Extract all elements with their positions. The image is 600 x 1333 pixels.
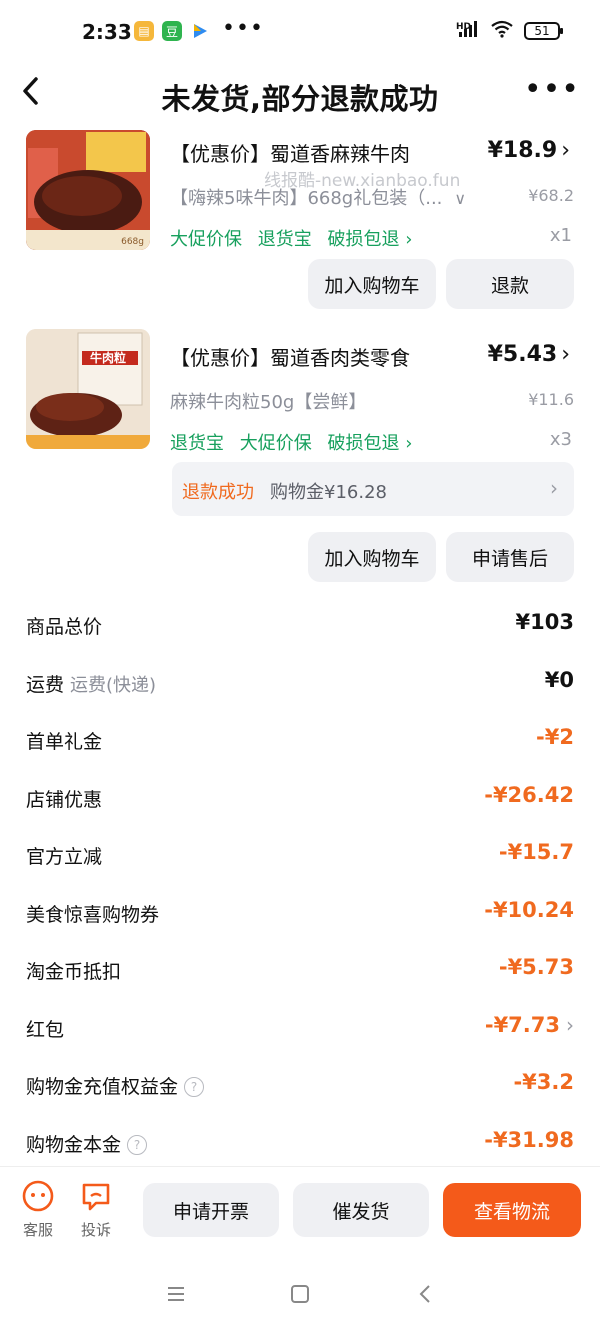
summary-row: 商品总价 ¥103: [26, 608, 574, 644]
wifi-icon: [490, 20, 514, 42]
summary-label: 首单礼金: [26, 731, 103, 753]
product-title[interactable]: 【优惠价】蜀道香肉类零食: [170, 342, 410, 371]
chevron-right-icon: ›: [566, 1013, 574, 1037]
complaint-button[interactable]: 投诉: [74, 1179, 118, 1240]
summary-row: 淘金币抵扣 -¥5.73: [26, 953, 574, 989]
product-spec[interactable]: 麻辣牛肉粒50g【尝鲜】: [170, 388, 366, 414]
original-price: ¥11.6: [528, 390, 574, 409]
more-options-button[interactable]: •••: [524, 72, 580, 107]
summary-value: -¥31.98: [484, 1128, 574, 1152]
summary-label: 红包: [26, 1019, 65, 1041]
status-more-icon: •••: [222, 16, 264, 41]
summary-label: 美食惊喜购物券: [26, 904, 160, 926]
page-title: 未发货,部分退款成功: [161, 82, 439, 116]
summary-label: 淘金币抵扣: [26, 961, 122, 983]
tag-damage-return[interactable]: 破损包退 ›: [327, 433, 412, 454]
original-price: ¥68.2: [528, 186, 574, 205]
page-header: 未发货,部分退款成功 •••: [0, 62, 600, 128]
summary-row: 店铺优惠 -¥26.42: [26, 781, 574, 817]
summary-label: 运费 运费(快递): [26, 674, 157, 696]
summary-label: 店铺优惠: [26, 789, 103, 811]
summary-value: -¥5.73: [498, 955, 574, 979]
summary-label: 商品总价: [26, 616, 103, 638]
watermark-text: 线报酷-new.xianbao.fun: [264, 171, 461, 191]
tag-price-protection[interactable]: 大促价保: [240, 433, 312, 454]
summary-label: 购物金充值权益金?: [26, 1072, 205, 1099]
product-tags: 大促价保 退货宝 破损包退 ›: [170, 225, 422, 251]
summary-row: 美食惊喜购物券 -¥10.24: [26, 896, 574, 932]
help-icon[interactable]: ?: [127, 1135, 148, 1155]
refund-status: 退款成功: [182, 482, 254, 503]
tag-damage-return[interactable]: 破损包退 ›: [327, 229, 412, 250]
summary-value: -¥7.73 ›: [484, 1013, 574, 1037]
home-icon[interactable]: [288, 1282, 312, 1310]
add-to-cart-button[interactable]: 加入购物车: [308, 259, 436, 309]
summary-label: 官方立减: [26, 846, 103, 868]
order-card: 668g 【优惠价】蜀道香麻辣牛肉 ¥18.9 › 【嗨辣5味牛肉】668g礼包装…: [0, 128, 600, 1166]
summary-row: 运费 运费(快递) ¥0: [26, 666, 574, 702]
chevron-down-icon: ∨: [454, 189, 467, 208]
view-logistics-button[interactable]: 查看物流: [443, 1183, 581, 1237]
chevron-right-icon: ›: [561, 342, 570, 367]
invoice-button[interactable]: 申请开票: [143, 1183, 279, 1237]
product-image-caption: 牛肉粒: [90, 351, 127, 365]
battery-icon: 51: [524, 22, 563, 40]
summary-row: 购物金本金? -¥31.98: [26, 1126, 574, 1162]
menu-icon[interactable]: [164, 1282, 188, 1310]
shipping-method: 运费(快递): [70, 675, 157, 696]
summary-value: ¥103: [515, 610, 574, 634]
summary-value: -¥10.24: [484, 898, 574, 922]
product-image-caption: 668g: [121, 237, 144, 247]
add-to-cart-button[interactable]: 加入购物车: [308, 532, 436, 582]
product-price[interactable]: ¥18.9 ›: [488, 138, 570, 163]
tag-price-protection[interactable]: 大促价保: [170, 229, 242, 250]
product-title[interactable]: 【优惠价】蜀道香麻辣牛肉: [170, 138, 410, 167]
bottom-action-bar: 客服 投诉 申请开票 催发货 查看物流: [0, 1166, 600, 1261]
product-image[interactable]: 牛肉粒: [26, 329, 150, 449]
product-quantity: x3: [549, 429, 572, 450]
summary-row: 官方立减 -¥15.7: [26, 838, 574, 874]
summary-row: 首单礼金 -¥2: [26, 723, 574, 759]
summary-row: 购物金充值权益金? -¥3.2: [26, 1068, 574, 1104]
customer-service-label: 客服: [22, 1221, 53, 1239]
summary-label: 购物金本金?: [26, 1130, 148, 1157]
play-icon: [190, 21, 210, 41]
summary-value: -¥3.2: [513, 1070, 574, 1094]
douban-icon: 豆: [162, 21, 182, 41]
urge-shipment-button[interactable]: 催发货: [293, 1183, 429, 1237]
tag-return-insurance[interactable]: 退货宝: [258, 229, 312, 250]
status-bar: 2:33 ▤ 豆 ••• HD 51: [0, 0, 600, 62]
back-nav-icon[interactable]: [414, 1282, 438, 1310]
chevron-right-icon: ›: [550, 476, 558, 500]
summary-value: -¥15.7: [498, 840, 574, 864]
signal-icon: [458, 20, 480, 42]
summary-row-red-packet[interactable]: 红包 -¥7.73 ›: [26, 1011, 574, 1047]
refund-status-bar[interactable]: 退款成功 购物金¥16.28 ›: [172, 462, 574, 516]
help-icon[interactable]: ?: [184, 1077, 205, 1097]
chevron-right-icon: ›: [561, 138, 570, 163]
product-quantity: x1: [549, 225, 572, 246]
customer-service-button[interactable]: 客服: [16, 1179, 60, 1240]
status-time: 2:33: [82, 20, 132, 44]
product-price[interactable]: ¥5.43 ›: [488, 342, 570, 367]
summary-value: -¥2: [536, 725, 574, 749]
product-image[interactable]: 668g: [26, 130, 150, 250]
summary-value: ¥0: [544, 668, 574, 692]
complaint-icon: [82, 1183, 110, 1211]
complaint-label: 投诉: [80, 1221, 111, 1239]
notes-icon: ▤: [134, 21, 154, 41]
customer-service-icon: [22, 1180, 54, 1212]
tag-return-insurance[interactable]: 退货宝: [170, 433, 224, 454]
summary-value: -¥26.42: [484, 783, 574, 807]
after-sale-button[interactable]: 申请售后: [446, 532, 574, 582]
product-tags: 退货宝 大促价保 破损包退 ›: [170, 429, 422, 455]
refund-button[interactable]: 退款: [446, 259, 574, 309]
system-nav-bar: [0, 1260, 600, 1333]
refund-amount: 购物金¥16.28: [270, 482, 387, 503]
